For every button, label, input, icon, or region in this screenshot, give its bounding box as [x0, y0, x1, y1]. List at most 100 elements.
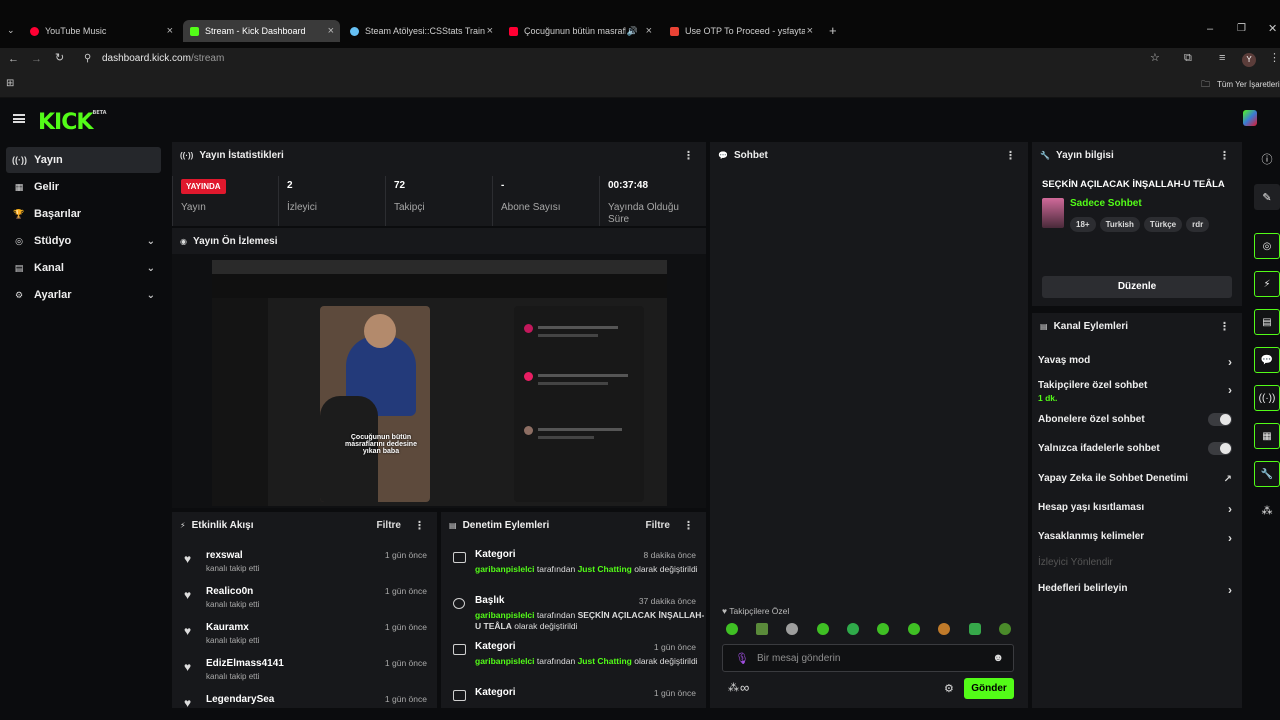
chat-settings-icon[interactable]: ⚙ [944, 682, 954, 695]
filter-button[interactable]: Filtre [377, 520, 401, 531]
close-icon[interactable]: × [807, 25, 813, 37]
users-icon[interactable]: ⁂ [1254, 497, 1280, 523]
window-close-icon[interactable]: ✕ [1268, 24, 1277, 35]
infinity-icon[interactable]: ∞ [740, 680, 749, 695]
microphone-icon[interactable]: 🎙 [735, 652, 749, 665]
sidebar-item-ayarlar[interactable]: ⚙ Ayarlar ⌄ [6, 282, 161, 308]
more-options-icon[interactable]: ⋮ [1005, 149, 1016, 162]
sidebar-item-gelir[interactable]: ▦ Gelir [6, 174, 161, 200]
close-icon[interactable]: × [167, 25, 173, 37]
send-button[interactable]: Gönder [964, 678, 1014, 699]
activity-user[interactable]: rexswal [206, 550, 243, 561]
user-avatar[interactable] [1243, 110, 1257, 126]
profile-avatar[interactable]: Y [1242, 53, 1256, 67]
more-options-icon[interactable]: ⋮ [1219, 149, 1230, 162]
sidebar-item-basarilar[interactable]: 🏆 Başarılar [6, 201, 161, 227]
close-icon[interactable]: × [328, 25, 334, 37]
emote-icon[interactable] [726, 623, 738, 635]
more-options-icon[interactable]: ⋮ [1219, 320, 1230, 333]
minimize-icon[interactable]: – [1207, 24, 1213, 35]
activity-user[interactable]: LegendarySea [206, 694, 274, 705]
close-icon[interactable]: × [487, 25, 493, 37]
slow-mode-row[interactable]: Yavaş mod › [1038, 355, 1232, 369]
activity-user[interactable]: Realico0n [206, 586, 253, 597]
lightning-icon[interactable]: ⚡ [1254, 271, 1280, 297]
activity-action: kanalı takip etti [206, 600, 260, 609]
emote-icon[interactable] [817, 623, 829, 635]
more-options-icon[interactable]: ⋮ [683, 519, 694, 532]
browser-menu-icon[interactable]: ⋮ [1269, 53, 1280, 64]
chat-input[interactable]: 🎙 Bir mesaj gönderin ☻ [722, 644, 1014, 672]
emote-icon[interactable] [938, 623, 950, 635]
moderation-icon[interactable]: ▦ [1254, 423, 1280, 449]
chevron-right-icon: › [1228, 502, 1232, 516]
sidebar-item-kanal[interactable]: ▤ Kanal ⌄ [6, 255, 161, 281]
set-goals-row[interactable]: Hedefleri belirleyin › [1038, 583, 1232, 597]
edit-button[interactable]: Düzenle [1042, 276, 1232, 298]
maximize-icon[interactable]: ❐ [1237, 24, 1246, 34]
wrench-icon[interactable]: 🔧 [1254, 461, 1280, 487]
url-field[interactable]: dashboard.kick.com/stream [102, 53, 224, 64]
tab-youtube-video[interactable]: Çocuğunun bütün masrafları 🔊 × [503, 20, 658, 42]
activity-item: ♥ Kauramx kanalı takip etti 1 gün önce [182, 618, 427, 652]
emote-icon[interactable] [999, 623, 1011, 635]
tab-youtube-music[interactable]: YouTube Music × [24, 20, 179, 42]
bookmark-star-icon[interactable]: ☆ [1150, 53, 1160, 64]
emoji-picker-icon[interactable]: ☻ [992, 652, 1004, 664]
ai-moderation-row[interactable]: Yapay Zeka ile Sohbet Denetimi ↗ [1038, 473, 1232, 485]
tag[interactable]: Türkçe [1143, 217, 1183, 232]
forward-icon[interactable]: → [31, 54, 42, 65]
reload-icon[interactable]: ↻ [55, 53, 64, 64]
document-icon[interactable]: ▤ [1254, 309, 1280, 335]
banned-words-row[interactable]: Yasaklanmış kelimeler › [1038, 531, 1232, 545]
sidebar-item-yayin[interactable]: ((·)) Yayın [6, 147, 161, 173]
sidebar-item-studyo[interactable]: ◎ Stüdyo ⌄ [6, 228, 161, 254]
broadcast-icon[interactable]: ((·)) [1254, 385, 1280, 411]
tab-search-icon[interactable]: ⌄ [7, 26, 15, 35]
stat-label: İzleyici [287, 202, 318, 213]
subscribers-chat-toggle[interactable] [1208, 413, 1232, 426]
tab-kick-dashboard[interactable]: Stream - Kick Dashboard × [183, 20, 340, 42]
activity-user[interactable]: EdizElmass4141 [206, 658, 284, 669]
moderator-name[interactable]: garibanpislelci [475, 610, 535, 620]
kick-logo[interactable]: KICKBETA [38, 110, 107, 135]
camera-icon[interactable]: ◎ [1254, 233, 1280, 259]
emote-icon[interactable] [786, 623, 798, 635]
stat-label: Yayın [181, 202, 206, 213]
speaker-icon[interactable]: 🔊 [627, 26, 638, 37]
all-bookmarks-link[interactable]: Tüm Yer İşaretleri [1217, 80, 1280, 89]
info-icon[interactable]: ⓘ [1254, 146, 1280, 172]
extensions-icon[interactable]: ⧉ [1184, 53, 1192, 64]
new-tab-icon[interactable]: + [829, 24, 837, 37]
more-options-icon[interactable]: ⋮ [414, 519, 425, 532]
stream-preview-video[interactable]: Çocuğunun bütün masraflarını dedesine yı… [212, 260, 667, 506]
close-icon[interactable]: × [646, 25, 652, 37]
activity-user[interactable]: Kauramx [206, 622, 249, 633]
moderator-name[interactable]: garibanpislelci [475, 564, 535, 574]
followers-chat-row[interactable]: Takipçilere özel sohbet 1 dk. › [1038, 380, 1232, 403]
menu-icon[interactable] [13, 114, 25, 123]
category-link[interactable]: Sadece Sohbet [1070, 198, 1142, 209]
tag[interactable]: 18+ [1070, 217, 1096, 232]
account-age-row[interactable]: Hesap yaşı kısıtlaması › [1038, 502, 1232, 516]
moderator-name[interactable]: garibanpislelci [475, 656, 535, 666]
emotes-chat-toggle[interactable] [1208, 442, 1232, 455]
apps-grid-icon[interactable]: ⊞ [6, 79, 14, 89]
emote-icon[interactable] [877, 623, 889, 635]
emote-icon[interactable] [969, 623, 981, 635]
tag[interactable]: rdr [1186, 217, 1210, 232]
tag[interactable]: Turkish [1099, 217, 1140, 232]
emote-icon[interactable] [756, 623, 768, 635]
filter-button[interactable]: Filtre [646, 520, 670, 531]
edit-pencil-icon[interactable]: ✎ [1254, 184, 1280, 210]
emote-icon[interactable] [908, 623, 920, 635]
more-options-icon[interactable]: ⋮ [683, 149, 694, 162]
site-info-icon[interactable]: ⚲ [84, 54, 91, 64]
media-controls-icon[interactable]: ≡ [1219, 53, 1225, 64]
users-icon[interactable]: ⁂ [728, 681, 739, 694]
back-icon[interactable]: ← [8, 54, 19, 65]
chat-bubble-icon[interactable]: 💬 [1254, 347, 1280, 373]
tab-gmail[interactable]: Use OTP To Proceed - ysfaytac × [664, 20, 819, 42]
emote-icon[interactable] [847, 623, 859, 635]
tab-steam-workshop[interactable]: Steam Atölyesi::CSStats Training × [344, 20, 499, 42]
